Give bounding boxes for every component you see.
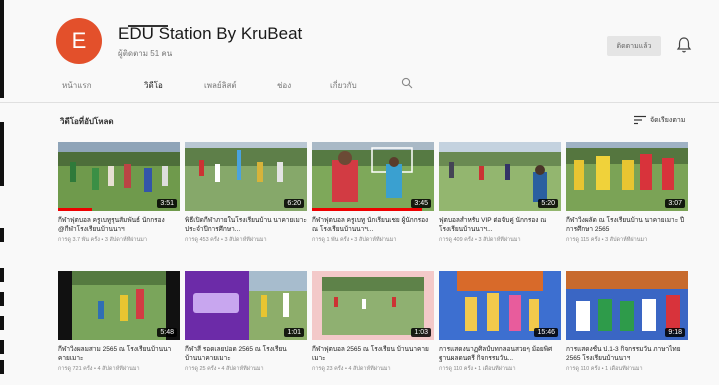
video-thumbnail[interactable]: 5:48 [58,271,180,340]
tab-channels[interactable]: ช่อง [277,79,291,92]
video-card[interactable]: 15:46 การแสดงนาฏศิลป์บทกลอนสวยๆ ม้อยพิศฐ… [439,271,561,373]
video-meta: การดู 23 ครั้ง • 4 สัปดาห์ที่ผ่านมา [312,366,391,372]
page-edge-mark [0,228,4,242]
video-meta: การดู 721 ครั้ง • 4 สัปดาห์ที่ผ่านมา [58,366,140,372]
channel-name: EDU Station By KruBeat [118,24,303,43]
watch-progress-bar [58,208,93,211]
video-thumbnail[interactable]: 3:45 [312,142,434,211]
video-meta: การดู 453 ครั้ง • 3 สัปดาห์ที่ผ่านมา [185,237,267,243]
video-thumbnail[interactable]: 5:20 [439,142,561,211]
sort-icon [634,115,646,125]
video-meta: การดู 1 พัน ครั้ง • 3 สัปดาห์ที่ผ่านมา [312,237,397,243]
watch-progress-bar [312,208,422,211]
video-duration: 3:07 [665,199,685,208]
video-title[interactable]: ฟุตบอลสำหรับ VIP ต่อจับคู่ นักกรอง ณ โรง… [439,216,561,234]
channel-avatar[interactable]: E [56,18,102,64]
video-meta: การดู 115 ครั้ง • 3 สัปดาห์ที่ผ่านมา [566,237,648,243]
search-icon[interactable] [401,77,413,89]
page-edge-mark [0,340,4,354]
video-duration: 6:20 [284,199,304,208]
video-meta: การดู 110 ครั้ง • 1 เดือนที่ผ่านมา [439,366,516,372]
tab-videos[interactable]: วิดีโอ [144,79,163,92]
video-title[interactable]: การแสดงชั้น ป.1-3 กิจกรรมวัน ภาษาไทย 256… [566,345,688,363]
video-meta: การดู 3.7 พัน ครั้ง • 3 สัปดาห์ที่ผ่านมา [58,237,147,243]
video-meta: การดู 110 ครั้ง • 1 เดือนที่ผ่านมา [566,366,643,372]
video-title[interactable]: กีฬาฟุตบอล ครูเบทูรุนสัมพันธ์ นักกรอง @ก… [58,216,180,234]
video-card[interactable]: 5:20 ฟุตบอลสำหรับ VIP ต่อจับคู่ นักกรอง … [439,142,561,244]
video-title[interactable]: กีฬาฟุตบอล ครูเบทู นักเรียนเชย ผู้นักกรอ… [312,216,434,234]
video-thumbnail[interactable]: 9:18 [566,271,688,340]
video-thumbnail[interactable]: 3:51 [58,142,180,211]
subscriber-count: ผู้ติดตาม 51 คน [118,49,173,58]
video-duration: 1:03 [411,328,431,337]
video-card[interactable]: 9:18 การแสดงชั้น ป.1-3 กิจกรรมวัน ภาษาไท… [566,271,688,373]
page-edge-mark [0,292,4,306]
subscribe-button[interactable]: ติดตามแล้ว [607,36,661,56]
video-thumbnail[interactable]: 1:01 [185,271,307,340]
video-card[interactable]: 3:45 กีฬาฟุตบอล ครูเบทู นักเรียนเชย ผู้น… [312,142,434,244]
video-meta: การดู 25 ครั้ง • 4 สัปดาห์ที่ผ่านมา [185,366,264,372]
video-card[interactable]: 3:51 กีฬาฟุตบอล ครูเบทูรุนสัมพันธ์ นักกร… [58,142,180,244]
channel-tabs: หน้าแรก วิดีโอ เพลย์ลิสต์ ช่อง เกี่ยวกับ [62,72,482,100]
page-edge-mark [0,316,4,330]
page-edge-mark [0,268,4,282]
video-card[interactable]: 6:20 พิธีเปิดกีฬาภายในโรงเรียนบ้าน นาคาย… [185,142,307,244]
video-card[interactable]: 3:07 กีฬาวิ่งผลัด ณ โรงเรียนบ้าน นาคายเม… [566,142,688,244]
video-duration: 15:46 [534,328,558,337]
video-thumbnail[interactable]: 15:46 [439,271,561,340]
video-thumbnail[interactable]: 1:03 [312,271,434,340]
video-title[interactable]: การแสดงนาฏศิลป์บทกลอนสวยๆ ม้อยพิศฐานผลดน… [439,345,561,363]
video-meta: การดู 409 ครั้ง • 3 สัปดาห์ที่ผ่านมา [439,237,521,243]
active-tab-indicator [128,25,168,27]
video-thumbnail[interactable]: 6:20 [185,142,307,211]
video-duration: 9:18 [665,328,685,337]
video-duration: 1:01 [284,328,304,337]
video-duration: 5:48 [157,328,177,337]
tab-home[interactable]: หน้าแรก [62,79,92,92]
page-edge-bar-mid [0,122,4,186]
video-title[interactable]: กีฬาวิ่งผลัด ณ โรงเรียนบ้าน นาคายเมาะ ปี… [566,216,688,234]
video-thumbnail[interactable]: 3:07 [566,142,688,211]
video-card[interactable]: 1:03 กีฬาฟุตบอล 2565 ณ โรงเรียน บ้านนาคา… [312,271,434,373]
section-title: วิดีโอที่อัปโหลด [60,117,114,126]
video-title[interactable]: กีฬาสี รอดเลยปอด 2565 ณ โรงเรียนบ้านนาคา… [185,345,307,363]
video-duration: 3:45 [411,199,431,208]
sort-label: จัดเรียงตาม [650,116,686,124]
video-duration: 5:20 [538,199,558,208]
page-edge-bar-top [0,0,4,98]
video-title[interactable]: กีฬาวิ่งผลมสาม 2565 ณ โรงเรียนบ้านนาคายเ… [58,345,180,363]
page-edge-mark [0,360,4,374]
bell-icon[interactable] [676,36,692,54]
video-card[interactable]: 1:01 กีฬาสี รอดเลยปอด 2565 ณ โรงเรียนบ้า… [185,271,307,373]
sort-button[interactable]: จัดเรียงตาม [634,113,685,127]
tab-playlists[interactable]: เพลย์ลิสต์ [204,79,237,92]
video-card[interactable]: 5:48 กีฬาวิ่งผลมสาม 2565 ณ โรงเรียนบ้านน… [58,271,180,373]
video-title[interactable]: พิธีเปิดกีฬาภายในโรงเรียนบ้าน นาคายเมาะ … [185,216,307,234]
video-duration: 3:51 [157,199,177,208]
video-title[interactable]: กีฬาฟุตบอล 2565 ณ โรงเรียน บ้านนาคายเมาะ [312,345,434,363]
tabs-divider [0,102,719,103]
tab-about[interactable]: เกี่ยวกับ [330,79,357,92]
